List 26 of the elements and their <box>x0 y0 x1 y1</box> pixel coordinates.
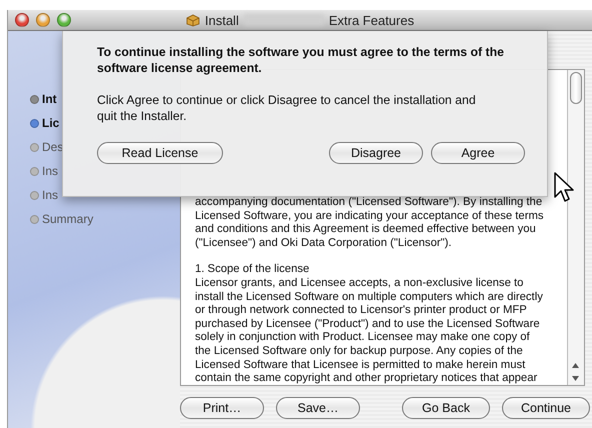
mouse-pointer-icon <box>553 171 575 203</box>
window-title: Install <box>204 12 239 28</box>
sidebar-step: Ins <box>42 164 58 178</box>
zoom-button[interactable] <box>57 13 71 27</box>
sidebar-step: Ins <box>42 188 58 202</box>
scroll-thumb[interactable] <box>570 72 582 104</box>
sidebar-step: Int <box>42 92 57 106</box>
package-icon <box>186 13 200 27</box>
close-button[interactable] <box>15 13 29 27</box>
read-license-button[interactable]: Read License <box>97 142 223 164</box>
footer-button[interactable]: Go Back <box>402 397 490 419</box>
license-paragraph: 1. Scope of the license Licensor grants, and Licensee accepts, a non-exclusive license to install the Licensed Software on multiple computers which are directly or through network connected to Licensor's printer product or MFP purchased by Licensee ("Product") and to use the Licensed Software solely in conjunction with Product. Licensee may make one copy of the Licensed Software only for backup purpose. Any copies of the Licensed Software that Licensee is permitted to make herein must contain the same copyright and other proprietary notices that appear <box>195 263 544 385</box>
sidebar-step: Des <box>42 140 64 154</box>
sheet-button[interactable]: Agree <box>431 142 525 164</box>
scrollbar[interactable] <box>567 70 584 385</box>
footer-button[interactable]: Continue <box>502 397 590 419</box>
footer-button[interactable]: Print… <box>180 397 264 419</box>
sidebar-step: Lic <box>42 116 60 130</box>
window-title: Extra Features <box>328 12 414 28</box>
sheet-heading: To continue installing the software you must agree to the terms of the software license agreement. <box>97 44 505 76</box>
minimize-button[interactable] <box>36 13 50 27</box>
footer-button[interactable]: Save… <box>276 397 360 419</box>
sheet-button[interactable]: Disagree <box>329 142 423 164</box>
license-paragraph: accompanying documentation ("Licensed Software"). By installing the Licensed Software, you are indicating your acceptance of these terms and conditions and this Agreement is deemed effective between you ("Licensee") and Oki Data Corporation ("Licensor"). <box>195 196 545 250</box>
sidebar-step: Summary <box>42 212 94 226</box>
sheet-message: Click Agree to continue or click Disagree to cancel the installation and quit the Installer. <box>97 92 477 124</box>
